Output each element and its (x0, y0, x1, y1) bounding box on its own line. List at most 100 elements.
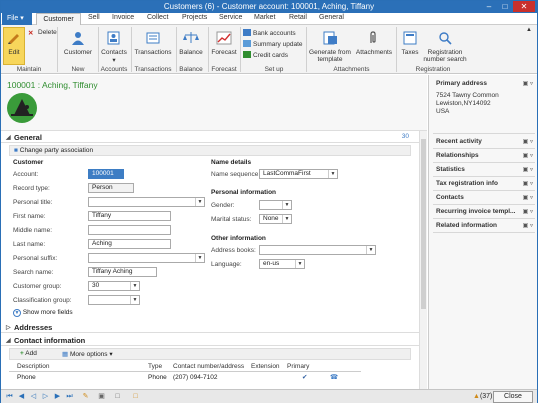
edit-button[interactable]: Edit (3, 27, 25, 65)
tab-retail[interactable]: Retail (289, 14, 307, 21)
search-name-field[interactable]: Tiffany Aching (88, 267, 157, 277)
factbox-options-icon[interactable]: ▣ ▿ (523, 138, 533, 145)
expand-icon: ▷ (6, 325, 11, 331)
tab-market[interactable]: Market (254, 14, 275, 21)
column-primary[interactable]: Primary (287, 363, 309, 370)
options-icon: ▦ (62, 351, 69, 358)
attachments-button[interactable]: Attachments (354, 31, 394, 56)
factbox-pane: Primary address ▣ ▿ 7524 Tawny Common Le… (428, 75, 537, 389)
delete-button[interactable]: ✕ Delete (28, 29, 57, 37)
name-sequence-dropdown[interactable]: LastCommaFirst ▼ (259, 169, 338, 179)
party-icon: ■ (14, 147, 18, 154)
factbox-options-icon[interactable]: ▣ ▿ (523, 152, 533, 159)
marital-status-dropdown[interactable]: None ▼ (259, 214, 292, 224)
forecast-button[interactable]: Forecast (210, 31, 238, 56)
file-label: File (7, 15, 19, 22)
collapse-ribbon-icon[interactable]: ▲ (526, 27, 532, 33)
column-contact[interactable]: Contact number/address (173, 363, 244, 370)
last-name-field[interactable]: Aching (88, 239, 171, 249)
classification-group-dropdown[interactable]: ▼ (88, 295, 140, 305)
transactions-button[interactable]: Transactions (133, 31, 173, 56)
tab-general[interactable]: General (319, 14, 344, 21)
general-count: 30 (401, 133, 409, 140)
previous-page-icon[interactable]: ◀ (17, 392, 26, 401)
change-party-button[interactable]: ■ Change party association (14, 147, 93, 154)
factbox-options-icon[interactable]: ▣ ▿ (523, 194, 533, 201)
summary-update-button[interactable]: Summary update (243, 40, 303, 48)
more-options-button[interactable]: ▦ More options ▾ (62, 350, 113, 358)
factbox-recent-activity[interactable]: Recent activity (436, 138, 482, 145)
attachment-status-icon[interactable]: □ (113, 392, 122, 401)
address-books-label: Address books: (211, 247, 256, 254)
addresses-section-header[interactable]: ▷ Addresses (1, 322, 419, 333)
last-record-icon[interactable]: ⏭ (65, 392, 74, 401)
add-contact-button[interactable]: + Add (20, 350, 37, 357)
contacts-button[interactable]: Contacts ▾ (100, 31, 128, 64)
language-dropdown[interactable]: en-us ▼ (259, 259, 305, 269)
factbox-relationships[interactable]: Relationships (436, 152, 479, 159)
first-record-icon[interactable]: ⏮ (5, 392, 14, 401)
primary-address-title[interactable]: Primary address (436, 80, 487, 87)
minimize-icon[interactable]: – (481, 1, 497, 12)
factbox-statistics[interactable]: Statistics (436, 166, 465, 173)
close-button[interactable]: Close (493, 391, 533, 403)
document-icon[interactable]: ▣ (97, 392, 106, 401)
edit-mode-icon[interactable]: ✎ (81, 392, 90, 401)
address-books-dropdown[interactable]: ▼ (259, 245, 376, 255)
primary-checkbox[interactable]: ✔ (302, 373, 307, 381)
column-extension[interactable]: Extension (251, 363, 280, 370)
table-row[interactable]: Phone Phone (207) 094-7102 ✔ ☎ (9, 373, 361, 383)
personal-suffix-dropdown[interactable]: ▼ (88, 253, 205, 263)
transactions-icon (146, 32, 160, 44)
middle-name-field[interactable] (88, 225, 171, 235)
close-window-icon[interactable]: ✕ (513, 1, 535, 12)
vertical-scrollbar[interactable] (419, 131, 427, 389)
next-page-icon[interactable]: ▶ (53, 392, 62, 401)
group-accounts: Accounts (100, 66, 128, 73)
factbox-options-icon[interactable]: ▣ ▿ (523, 80, 533, 87)
personal-title-dropdown[interactable]: ▼ (88, 197, 205, 207)
customer-button[interactable]: Customer (60, 31, 96, 56)
tab-sell[interactable]: Sell (88, 14, 100, 21)
show-more-fields-link[interactable]: ▼ Show more fields (13, 309, 73, 317)
general-section-header[interactable]: ◢ General 30 (1, 132, 419, 143)
tab-service[interactable]: Service (219, 14, 242, 21)
notes-icon[interactable]: □ (131, 392, 140, 401)
credit-cards-label: Credit cards (253, 52, 289, 59)
factbox-options-icon[interactable]: ▣ ▿ (523, 180, 533, 187)
generate-template-button[interactable]: Generate from template (308, 31, 352, 63)
tab-invoice[interactable]: Invoice (112, 14, 134, 21)
contact-grid-header: Description Type Contact number/address … (9, 362, 361, 372)
factbox-contacts[interactable]: Contacts (436, 194, 464, 201)
registration-search-button[interactable]: Registration number search (423, 31, 467, 63)
credit-cards-button[interactable]: Credit cards (243, 51, 288, 59)
search-name-label: Search name: (13, 269, 54, 276)
bank-accounts-button[interactable]: Bank accounts (243, 29, 296, 37)
tab-collect[interactable]: Collect (147, 14, 168, 21)
taxes-button[interactable]: Taxes (398, 31, 422, 56)
gender-dropdown[interactable]: ▼ (259, 200, 292, 210)
file-menu[interactable]: File ▾ (2, 13, 32, 25)
factbox-tax-registration[interactable]: Tax registration info (436, 180, 498, 187)
factbox-related-information[interactable]: Related information (436, 222, 497, 229)
language-label: Language: (211, 261, 242, 268)
factbox-options-icon[interactable]: ▣ ▿ (523, 222, 533, 229)
first-name-field[interactable]: Tiffany (88, 211, 171, 221)
scroll-thumb[interactable] (421, 139, 426, 309)
next-record-icon[interactable]: ▷ (41, 392, 50, 401)
column-description[interactable]: Description (17, 363, 50, 370)
account-field[interactable]: 100001 (88, 169, 124, 179)
section-toolbar: ■ Change party association (9, 145, 411, 156)
maximize-icon[interactable]: □ (497, 1, 513, 12)
customer-group-dropdown[interactable]: 30 ▼ (88, 281, 140, 291)
factbox-options-icon[interactable]: ▣ ▿ (523, 166, 533, 173)
factbox-options-icon[interactable]: ▣ ▿ (523, 208, 533, 215)
contact-section-header[interactable]: ◢ Contact information (1, 335, 419, 346)
factbox-recurring-invoice[interactable]: Recurring invoice templ... (436, 208, 515, 215)
tab-projects[interactable]: Projects (182, 14, 207, 21)
phone-icon[interactable]: ☎ (330, 373, 338, 381)
notification-count[interactable]: ▲(37) (473, 393, 492, 400)
column-type[interactable]: Type (148, 363, 162, 370)
previous-record-icon[interactable]: ◁ (29, 392, 38, 401)
balance-button[interactable]: Balance (178, 31, 204, 56)
